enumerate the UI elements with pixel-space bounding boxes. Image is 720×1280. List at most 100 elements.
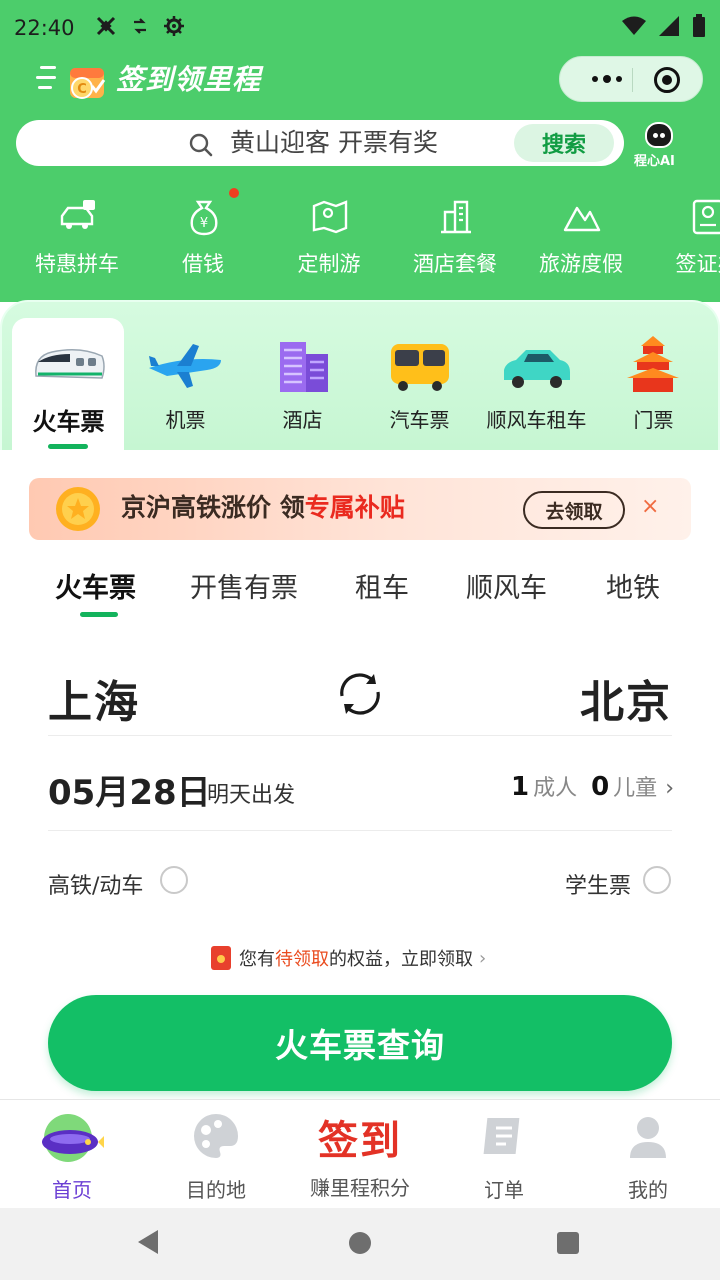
- category-flight[interactable]: 机票: [127, 332, 244, 442]
- benefit-link[interactable]: 您有 待领取 的权益，立即领取 ›: [211, 944, 486, 972]
- departure-date-hint: 明天出发: [207, 783, 296, 808]
- app-header: C 签到领里程: [0, 56, 720, 118]
- high-speed-checkbox[interactable]: [160, 866, 188, 894]
- system-navigation-bar: [0, 1208, 720, 1280]
- nav-sign-in[interactable]: 签到 赚里程积分: [288, 1100, 432, 1209]
- promo-text-main: 京沪高铁涨价 领: [121, 493, 305, 522]
- tab-ride-share[interactable]: 顺风车: [466, 566, 547, 605]
- student-ticket-checkbox[interactable]: [643, 866, 671, 894]
- category-bus[interactable]: 汽车票: [361, 332, 478, 442]
- departure-date[interactable]: 05月28日: [48, 765, 211, 814]
- adult-label: 成人: [533, 776, 578, 801]
- carpool-icon: [59, 198, 97, 236]
- status-time: 22:40: [14, 16, 75, 40]
- robot-icon: [645, 122, 673, 148]
- category-label: 顺风车租车: [486, 408, 587, 432]
- category-hotel[interactable]: 酒店: [244, 332, 361, 442]
- divider: [48, 735, 672, 736]
- more-icon[interactable]: [582, 67, 632, 91]
- data-icon: [131, 17, 149, 40]
- adult-count: 1: [510, 772, 530, 802]
- benefit-prefix: 您有: [239, 949, 275, 970]
- bus-icon: [381, 332, 458, 396]
- page-title: 签到领里程: [116, 63, 262, 96]
- nav-profile[interactable]: 我的: [576, 1100, 720, 1209]
- svg-text:¥: ¥: [200, 216, 208, 231]
- chevron-right-icon: ›: [665, 776, 674, 801]
- chevron-right-icon: ›: [479, 947, 487, 969]
- quick-label: 借钱: [182, 252, 224, 276]
- quick-item-hotel-package[interactable]: 酒店套餐: [400, 198, 510, 288]
- search-train-button[interactable]: 火车票查询: [48, 995, 672, 1091]
- back-icon[interactable]: [138, 1230, 158, 1254]
- hotel-icon: [264, 332, 341, 396]
- nav-home[interactable]: 首页: [0, 1100, 144, 1209]
- hotel-package-icon: [437, 198, 475, 236]
- quick-label: 旅游度假: [539, 252, 623, 276]
- home-icon[interactable]: [349, 1232, 371, 1254]
- nav-label: 目的地: [186, 1178, 246, 1202]
- quick-item-visa[interactable]: 签证办: [652, 198, 720, 288]
- close-mini-program-icon[interactable]: [654, 67, 680, 93]
- palette-icon: [192, 1112, 240, 1160]
- quick-item-carpool[interactable]: 特惠拼车: [22, 198, 132, 288]
- ai-assistant-button[interactable]: 程心AI: [634, 120, 684, 169]
- category-tickets[interactable]: 门票: [595, 332, 712, 442]
- tab-metro[interactable]: 地铁: [606, 566, 660, 605]
- car-icon: [498, 332, 575, 396]
- money-bag-icon: ¥: [185, 198, 223, 236]
- quick-label: 酒店套餐: [413, 252, 497, 276]
- swap-icon[interactable]: [334, 668, 386, 720]
- category-label: 机票: [165, 408, 206, 432]
- search-button[interactable]: 搜索: [514, 124, 614, 162]
- nav-orders[interactable]: 订单: [432, 1100, 576, 1209]
- nav-label: 首页: [52, 1178, 92, 1202]
- home-blimp-icon: [38, 1112, 106, 1162]
- tab-on-sale[interactable]: 开售有票: [190, 566, 298, 605]
- passenger-selector[interactable]: 1 成人 0 儿童 ›: [501, 770, 674, 802]
- visa-icon: [689, 198, 720, 236]
- search-row: 黄山迎客 开票有奖 搜索 程心AI: [0, 118, 720, 180]
- arrival-city[interactable]: 北京: [580, 666, 672, 730]
- svg-text:C: C: [77, 82, 87, 97]
- child-count: 0: [591, 772, 610, 802]
- recent-apps-icon[interactable]: [557, 1232, 579, 1254]
- tab-car-rental[interactable]: 租车: [355, 566, 409, 605]
- sign-in-stamp: 签到: [318, 1117, 402, 1164]
- airplane-icon: [147, 332, 224, 396]
- capsule-divider: [632, 68, 633, 92]
- signal-icon: [658, 15, 680, 41]
- quick-item-loan[interactable]: ¥ 借钱: [148, 198, 258, 288]
- search-placeholder: 黄山迎客 开票有奖: [230, 128, 438, 157]
- departure-city[interactable]: 上海: [48, 666, 140, 730]
- category-label: 酒店: [282, 408, 323, 432]
- tab-active-indicator: [80, 612, 118, 617]
- crossed-tools-icon: [95, 15, 117, 42]
- close-icon[interactable]: ×: [641, 494, 659, 519]
- high-speed-label: 高铁/动车: [48, 874, 144, 899]
- nav-label: 订单: [484, 1178, 524, 1202]
- tab-train[interactable]: 火车票: [55, 566, 136, 605]
- promo-claim-button[interactable]: 去领取: [523, 491, 625, 529]
- category-ride-share[interactable]: 顺风车租车: [478, 332, 595, 442]
- nav-label: 赚里程积分: [310, 1176, 410, 1200]
- quick-item-vacation[interactable]: 旅游度假: [526, 198, 636, 288]
- quick-label: 特惠拼车: [35, 252, 119, 276]
- quick-item-custom-tour[interactable]: 定制游: [274, 198, 384, 288]
- search-input[interactable]: 黄山迎客 开票有奖 搜索: [16, 120, 624, 166]
- custom-tour-icon: [311, 198, 349, 236]
- category-active-indicator: [48, 444, 88, 449]
- mountain-icon: [563, 198, 601, 236]
- red-envelope-icon: [211, 946, 231, 970]
- ai-label: 程心AI: [634, 154, 675, 169]
- calendar-coin-icon: C: [66, 62, 110, 102]
- temple-icon: [615, 332, 692, 396]
- category-train[interactable]: 火车票: [10, 332, 127, 442]
- bottom-nav: 首页 目的地 签到 赚里程积分 订单 我的: [0, 1099, 720, 1208]
- category-label: 门票: [633, 408, 674, 432]
- search-icon: [189, 133, 213, 157]
- promo-banner[interactable]: 京沪高铁涨价 领专属补贴 去领取 ×: [29, 478, 691, 540]
- menu-icon[interactable]: [34, 66, 56, 94]
- notification-dot: [229, 188, 239, 198]
- nav-destination[interactable]: 目的地: [144, 1100, 288, 1209]
